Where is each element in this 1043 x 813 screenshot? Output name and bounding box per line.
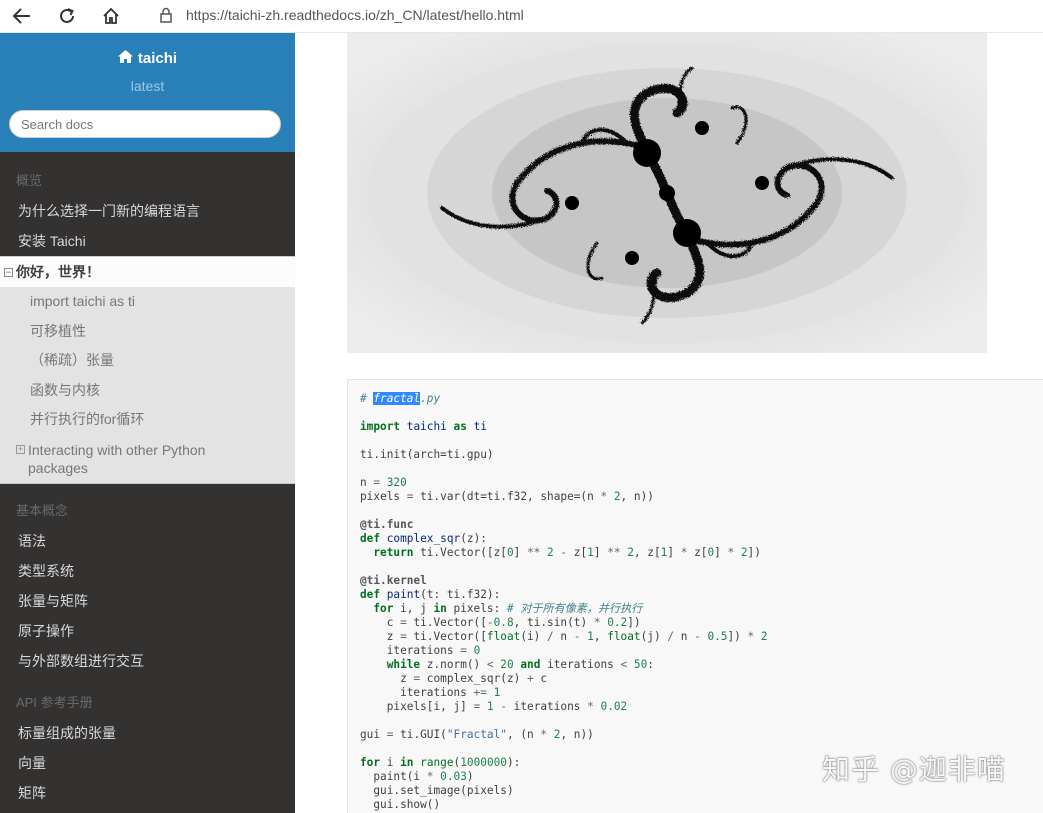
doc-content: # fractal.py import taichi as ti ti.init… <box>295 33 1043 813</box>
toc-item-python-packages[interactable]: + Interacting with other Python packages <box>0 435 295 477</box>
code-comment-parallel: # 对于所有像素，并行执行 <box>506 602 643 615</box>
nav-item-install[interactable]: 安装 Taichi <box>0 226 295 256</box>
brand-link[interactable]: taichi <box>0 50 295 67</box>
search-input[interactable] <box>9 110 281 138</box>
julia-fractal-image <box>347 33 987 353</box>
back-arrow-icon[interactable] <box>10 4 34 28</box>
toc-item-sparse-tensors[interactable]: （稀疏）张量 <box>0 346 295 376</box>
nav-item-vectors[interactable]: 向量 <box>0 748 295 778</box>
lock-icon[interactable] <box>157 6 175 24</box>
code-filename-comment: # fractal.py <box>360 392 440 405</box>
home-icon <box>117 50 133 67</box>
section-caption: API 参考手册 <box>16 694 93 710</box>
code-listing[interactable]: # fractal.py import taichi as ti ti.init… <box>360 392 768 812</box>
collapse-icon[interactable]: − <box>4 267 13 277</box>
nav-current-label: 你好，世界！ <box>16 264 100 280</box>
code-comment-hash: # <box>360 392 374 405</box>
expand-icon[interactable]: + <box>16 444 25 454</box>
code-string-fractal: "Fractal" <box>446 728 507 741</box>
nav-item-syntax[interactable]: 语法 <box>0 526 295 556</box>
toc-item-import[interactable]: import taichi as ti <box>0 287 295 317</box>
toc-item-python-packages-label: Interacting with other Python packages <box>28 441 205 477</box>
section-caption: 概览 <box>16 173 43 188</box>
nav-item-tensors-matrices[interactable]: 张量与矩阵 <box>0 586 295 616</box>
browser-toolbar: https://taichi-zh.readthedocs.io/zh_CN/l… <box>0 0 1043 33</box>
reload-icon[interactable] <box>55 4 79 28</box>
docs-sidebar: taichi latest 概览 为什么选择一门新的编程语言 安装 Taichi… <box>0 33 295 813</box>
code-comment-ext: .py <box>420 392 441 405</box>
brand-name: taichi <box>137 50 178 67</box>
nav-item-type-system[interactable]: 类型系统 <box>0 556 295 586</box>
home-icon[interactable] <box>99 4 123 28</box>
current-page-toc: import taichi as ti 可移植性 （稀疏）张量 函数与内核 并行… <box>0 287 295 484</box>
toc-item-portability[interactable]: 可移植性 <box>0 317 295 347</box>
sidebar-header: taichi latest <box>0 33 295 152</box>
nav-item-scalar-tensors[interactable]: 标量组成的张量 <box>0 718 295 748</box>
nav-item-why-new-language[interactable]: 为什么选择一门新的编程语言 <box>0 196 295 226</box>
section-caption: 基本概念 <box>16 502 69 518</box>
address-bar[interactable]: https://taichi-zh.readthedocs.io/zh_CN/l… <box>186 7 524 23</box>
nav-item-matrices[interactable]: 矩阵 <box>0 778 295 808</box>
toc-item-functions-kernels[interactable]: 函数与内核 <box>0 376 295 406</box>
selected-text[interactable]: fractal <box>373 392 421 405</box>
nav-item-atomic-ops[interactable]: 原子操作 <box>0 616 295 646</box>
version-label: latest <box>130 78 165 94</box>
toc-item-parallel-for[interactable]: 并行执行的for循环 <box>0 405 295 435</box>
nav-item-hello-world[interactable]: − 你好，世界！ <box>0 256 295 287</box>
nav-item-external-arrays[interactable]: 与外部数组进行交互 <box>0 646 295 676</box>
toc-label-line1: Interacting with other Python <box>28 441 206 458</box>
toc-label-line2: packages <box>28 459 88 476</box>
watermark-text: 知乎 @迦非喵 <box>822 753 1006 786</box>
